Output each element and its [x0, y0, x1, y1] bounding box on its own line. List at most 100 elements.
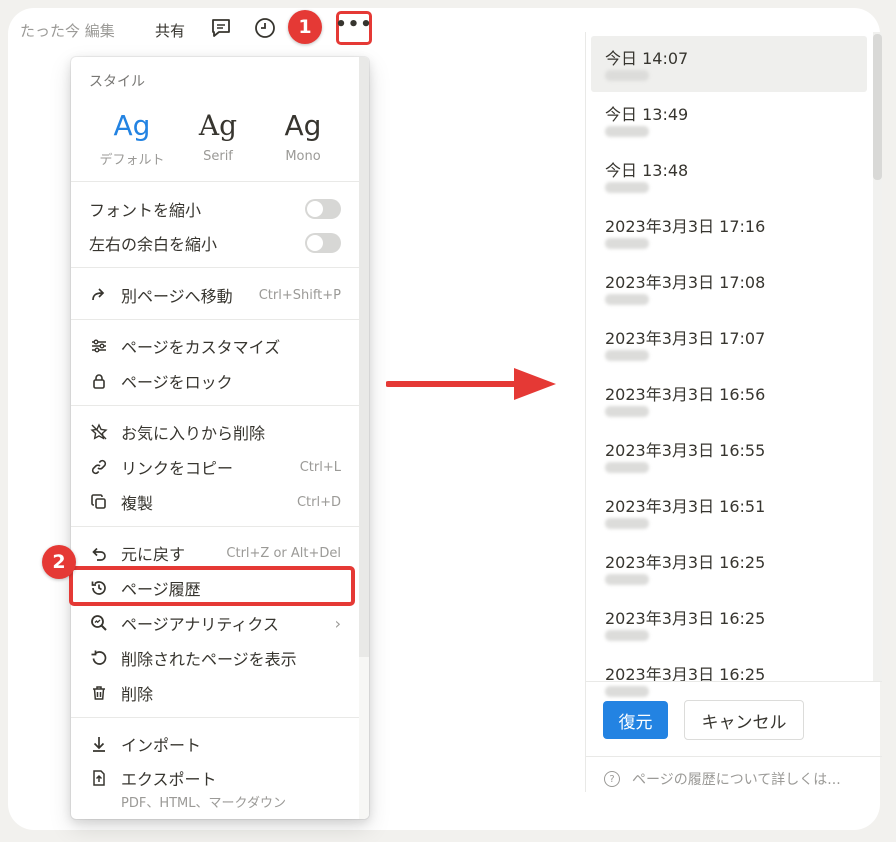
- history-version-author-blurred: [605, 406, 649, 417]
- font-default-option[interactable]: Ag デフォルト: [87, 109, 177, 168]
- copy-link-menu-item[interactable]: リンクをコピー Ctrl+L: [89, 453, 341, 481]
- link-icon: [89, 457, 109, 477]
- history-help-link[interactable]: ? ページの履歴について詳しくは...: [604, 769, 841, 789]
- cancel-button[interactable]: キャンセル: [684, 700, 804, 740]
- step-2-badge: 2: [42, 545, 76, 579]
- more-dots-icon: •••: [335, 14, 373, 35]
- history-version-author-blurred: [605, 462, 649, 473]
- delete-menu-item[interactable]: 削除: [89, 679, 341, 707]
- history-version-author-blurred: [605, 686, 649, 697]
- small-text-toggle-row[interactable]: フォントを縮小: [89, 195, 341, 223]
- analytics-magnifier-icon: [89, 613, 109, 633]
- history-version-item[interactable]: 2023年3月3日 17:07: [591, 316, 867, 372]
- history-version-item[interactable]: 今日 14:07: [591, 36, 867, 92]
- lock-icon: [89, 371, 109, 391]
- sliders-icon: [89, 336, 109, 356]
- menu-divider: [71, 319, 359, 320]
- more-options-button[interactable]: •••: [335, 11, 373, 45]
- menu-scrollbar-track: [359, 657, 369, 819]
- copy-link-shortcut: Ctrl+L: [299, 459, 341, 475]
- history-version-author-blurred: [605, 574, 649, 585]
- history-help-label: ページの履歴について詳しくは...: [632, 772, 841, 788]
- font-mono-label: Mono: [285, 149, 321, 164]
- undo-label: 元に戻す: [121, 545, 186, 564]
- history-scrollbar[interactable]: [873, 34, 882, 180]
- show-deleted-menu-item[interactable]: 削除されたページを表示: [89, 644, 341, 672]
- font-serif-option[interactable]: Ag Serif: [173, 109, 263, 164]
- import-menu-item[interactable]: インポート: [89, 730, 341, 758]
- duplicate-label: 複製: [121, 494, 154, 513]
- history-version-date: 2023年3月3日 16:56: [605, 385, 766, 404]
- comment-icon[interactable]: [209, 16, 233, 40]
- history-version-author-blurred: [605, 294, 649, 305]
- font-default-label: デフォルト: [99, 153, 165, 168]
- menu-divider: [71, 717, 359, 718]
- menu-divider: [71, 267, 359, 268]
- undo-menu-item[interactable]: 元に戻す Ctrl+Z or Alt+Del: [89, 539, 341, 567]
- history-version-author-blurred: [605, 70, 649, 81]
- full-width-toggle-row[interactable]: 左右の余白を縮小: [89, 229, 341, 257]
- download-arrow-icon: [89, 734, 109, 754]
- history-version-item[interactable]: 2023年3月3日 16:25: [591, 540, 867, 596]
- history-version-item[interactable]: 2023年3月3日 16:25: [591, 596, 867, 652]
- font-default-sample: Ag: [113, 109, 151, 142]
- history-version-item[interactable]: 今日 13:48: [591, 148, 867, 204]
- history-version-date: 2023年3月3日 17:07: [605, 329, 766, 348]
- history-version-item[interactable]: 2023年3月3日 16:56: [591, 372, 867, 428]
- history-footer: 復元 キャンセル: [586, 681, 882, 740]
- history-version-item[interactable]: 2023年3月3日 17:16: [591, 204, 867, 260]
- export-menu-item[interactable]: エクスポート: [89, 764, 341, 792]
- duplicate-shortcut: Ctrl+D: [296, 494, 341, 510]
- history-version-item[interactable]: 2023年3月3日 16:51: [591, 484, 867, 540]
- history-version-author-blurred: [605, 182, 649, 193]
- history-version-item[interactable]: 2023年3月3日 17:08: [591, 260, 867, 316]
- duplicate-menu-item[interactable]: 複製 Ctrl+D: [89, 488, 341, 516]
- lock-page-label: ページをロック: [121, 373, 233, 392]
- export-formats-label: PDF、HTML、マークダウン: [121, 796, 286, 811]
- show-deleted-label: 削除されたページを表示: [121, 650, 297, 669]
- history-version-date: 2023年3月3日 16:55: [605, 441, 766, 460]
- step-1-badge: 1: [288, 10, 322, 44]
- history-version-author-blurred: [605, 126, 649, 137]
- import-label: インポート: [121, 736, 202, 755]
- share-button[interactable]: 共有: [155, 20, 185, 41]
- menu-scrollbar[interactable]: [359, 57, 369, 657]
- page-history-panel: 今日 14:07 今日 13:49 今日 13:48 2023年3月3日 17:16 2…: [585, 32, 882, 792]
- restore-button[interactable]: 復元: [603, 701, 668, 739]
- star-slash-icon: [89, 422, 109, 442]
- clock-icon[interactable]: [253, 16, 277, 40]
- history-version-author-blurred: [605, 518, 649, 529]
- font-serif-label: Serif: [203, 149, 233, 164]
- history-help: ? ページの履歴について詳しくは...: [586, 756, 882, 788]
- history-version-author-blurred: [605, 630, 649, 641]
- duplicate-icon: [89, 492, 109, 512]
- restore-icon: [89, 648, 109, 668]
- move-arrow-icon: [89, 285, 109, 305]
- customize-page-menu-item[interactable]: ページをカスタマイズ: [89, 332, 341, 360]
- history-version-author-blurred: [605, 350, 649, 361]
- small-text-toggle[interactable]: [305, 199, 341, 219]
- copy-link-label: リンクをコピー: [121, 459, 234, 478]
- remove-favorite-menu-item[interactable]: お気に入りから削除: [89, 418, 341, 446]
- undo-icon: [89, 543, 109, 563]
- page-analytics-label: ページアナリティクス: [121, 615, 279, 634]
- trash-icon: [89, 683, 109, 703]
- chevron-right-icon: ›: [334, 613, 341, 633]
- question-icon: ?: [604, 771, 620, 787]
- history-version-date: 今日 13:48: [605, 161, 689, 180]
- page-analytics-menu-item[interactable]: ページアナリティクス ›: [89, 609, 341, 637]
- export-file-icon: [89, 768, 109, 788]
- remove-favorite-label: お気に入りから削除: [121, 424, 266, 443]
- full-width-toggle[interactable]: [305, 233, 341, 253]
- history-version-author-blurred: [605, 238, 649, 249]
- move-to-menu-item[interactable]: 別ページへ移動 Ctrl+Shift+P: [89, 281, 341, 309]
- history-version-date: 2023年3月3日 16:25: [605, 553, 766, 572]
- history-version-item[interactable]: 2023年3月3日 16:55: [591, 428, 867, 484]
- menu-divider: [71, 181, 359, 182]
- page-options-menu: スタイル Ag デフォルト Ag Serif Ag Mono フォントを縮小 左…: [71, 57, 369, 819]
- font-mono-option[interactable]: Ag Mono: [258, 109, 348, 164]
- history-version-date: 2023年3月3日 16:51: [605, 497, 766, 516]
- lock-page-menu-item[interactable]: ページをロック: [89, 367, 341, 395]
- history-version-item[interactable]: 今日 13:49: [591, 92, 867, 148]
- last-edited-label: たった今 編集: [20, 21, 115, 40]
